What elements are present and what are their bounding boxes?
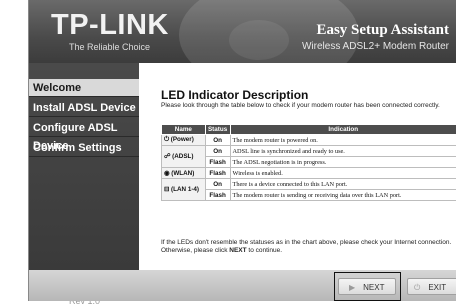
led-status: Flash bbox=[205, 157, 230, 168]
led-status: Flash bbox=[205, 190, 230, 201]
led-name-cell: ◉ (WLAN) bbox=[162, 168, 206, 179]
led-status: On bbox=[205, 146, 230, 157]
table-header-row: Name Status Indication bbox=[162, 125, 456, 135]
instruction-note: If the LEDs don't resemble the statuses … bbox=[161, 239, 456, 255]
led-name: (LAN 1-4) bbox=[171, 186, 199, 193]
led-indication: The ADSL negotiation is in progress. bbox=[230, 157, 456, 168]
brand-tagline: The Reliable Choice bbox=[69, 42, 150, 52]
header-glow bbox=[229, 20, 289, 60]
led-indication: There is a device connected to this LAN … bbox=[230, 179, 456, 190]
header-banner: TP-LINK The Reliable Choice Easy Setup A… bbox=[29, 0, 456, 63]
note-text: If the LEDs don't resemble the statuses … bbox=[161, 239, 451, 254]
exit-button[interactable]: ⏻ EXIT bbox=[407, 278, 456, 295]
wlan-icon: ◉ bbox=[164, 170, 170, 177]
table-row: Flash The ADSL negotiation is in progres… bbox=[162, 157, 456, 168]
table-row: Flash The modem router is sending or rec… bbox=[162, 190, 456, 201]
led-status: On bbox=[205, 179, 230, 190]
led-name: (ADSL) bbox=[172, 153, 193, 160]
table-row: ⏻ (Power) On The modem router is powered… bbox=[162, 135, 456, 146]
main-content: LED Indicator Description Please look th… bbox=[145, 63, 456, 270]
play-icon: ▶ bbox=[349, 279, 355, 296]
led-name-cell: ⏻ (Power) bbox=[162, 135, 206, 146]
setup-window: TP-LINK The Reliable Choice Easy Setup A… bbox=[28, 0, 456, 301]
next-button-label: NEXT bbox=[363, 283, 384, 292]
led-name: (Power) bbox=[171, 136, 194, 143]
intro-text: Please look through the table below to c… bbox=[161, 102, 456, 110]
next-button[interactable]: ▶ NEXT bbox=[338, 278, 396, 295]
app-title: Easy Setup Assistant bbox=[316, 22, 449, 38]
lan-icon: ⊟ bbox=[164, 186, 169, 193]
column-header-name: Name bbox=[162, 125, 206, 135]
power-off-icon: ⏻ bbox=[414, 279, 420, 296]
led-name: (WLAN) bbox=[171, 170, 194, 177]
led-name-cell: ☍ (ADSL) bbox=[162, 146, 206, 168]
sidebar-item-confirm-settings[interactable]: Confirm Settings bbox=[29, 139, 139, 157]
app-subtitle: Wireless ADSL2+ Modem Router bbox=[302, 41, 449, 52]
table-row: ◉ (WLAN) Flash Wireless is enabled. bbox=[162, 168, 456, 179]
table-row: ⊟ (LAN 1-4) On There is a device connect… bbox=[162, 179, 456, 190]
sidebar-item-configure-adsl-device[interactable]: Configure ADSL Device bbox=[29, 119, 139, 137]
sidebar: Welcome Install ADSL Device Configure AD… bbox=[29, 63, 139, 270]
note-next-keyword: NEXT bbox=[229, 247, 246, 254]
led-name-cell: ⊟ (LAN 1-4) bbox=[162, 179, 206, 201]
exit-button-label: EXIT bbox=[428, 283, 446, 292]
column-header-status: Status bbox=[205, 125, 230, 135]
led-status: On bbox=[205, 135, 230, 146]
led-indication: ADSL line is synchronized and ready to u… bbox=[230, 146, 456, 157]
sidebar-item-welcome[interactable]: Welcome bbox=[29, 79, 139, 97]
led-indication: The modem router is sending or receiving… bbox=[230, 190, 456, 201]
footer-bar: ▶ NEXT ⏻ EXIT bbox=[29, 270, 456, 301]
page-title: LED Indicator Description bbox=[161, 88, 308, 102]
led-indicator-table: Name Status Indication ⏻ (Power) On The … bbox=[161, 124, 456, 201]
led-status: Flash bbox=[205, 168, 230, 179]
adsl-icon: ☍ bbox=[164, 153, 170, 160]
brand-logo: TP-LINK bbox=[51, 10, 169, 40]
note-text-end: to continue. bbox=[247, 247, 282, 254]
power-icon: ⏻ bbox=[164, 136, 169, 143]
column-header-indication: Indication bbox=[230, 125, 456, 135]
table-row: ☍ (ADSL) On ADSL line is synchronized an… bbox=[162, 146, 456, 157]
sidebar-item-install-adsl-device[interactable]: Install ADSL Device bbox=[29, 99, 139, 117]
led-indication: The modem router is powered on. bbox=[230, 135, 456, 146]
led-indication: Wireless is enabled. bbox=[230, 168, 456, 179]
